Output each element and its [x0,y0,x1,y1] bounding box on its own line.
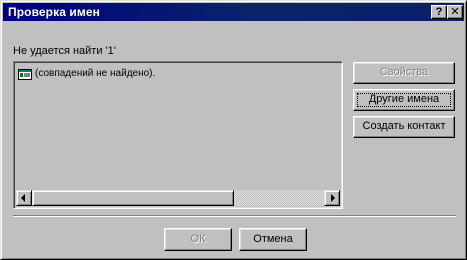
arrow-right-icon [331,194,335,202]
horizontal-scrollbar[interactable] [16,190,340,206]
scroll-thumb[interactable] [32,190,234,206]
scroll-left-button[interactable] [16,190,32,206]
names-listbox[interactable]: (совпадений не найдено). [13,61,343,209]
list-item-label: (совпадений не найдено). [35,68,156,79]
title-bar[interactable]: Проверка имен ? ✕ [3,3,464,21]
help-button[interactable]: ? [431,5,447,19]
cancel-button[interactable]: Отмена [239,228,307,251]
list-item[interactable]: (совпадений не найдено). [18,67,155,81]
create-contact-button[interactable]: Создать контакт [353,116,455,138]
scroll-right-button[interactable] [324,190,340,206]
other-names-label: Другие имена [368,93,440,105]
arrow-left-icon [21,194,25,202]
not-found-message: Не удается найти '1' [13,45,116,57]
address-card-icon [18,68,32,80]
close-icon: ✕ [450,6,460,18]
check-names-dialog: Проверка имен ? ✕ Не удается найти '1' (… [0,0,467,260]
properties-button[interactable]: Свойства [353,62,455,84]
ok-button[interactable]: ОК [164,228,232,251]
question-mark-icon: ? [435,6,443,18]
other-names-button[interactable]: Другие имена [353,89,455,111]
window-title: Проверка имен [8,5,100,19]
close-button[interactable]: ✕ [447,5,463,19]
separator [13,215,456,217]
